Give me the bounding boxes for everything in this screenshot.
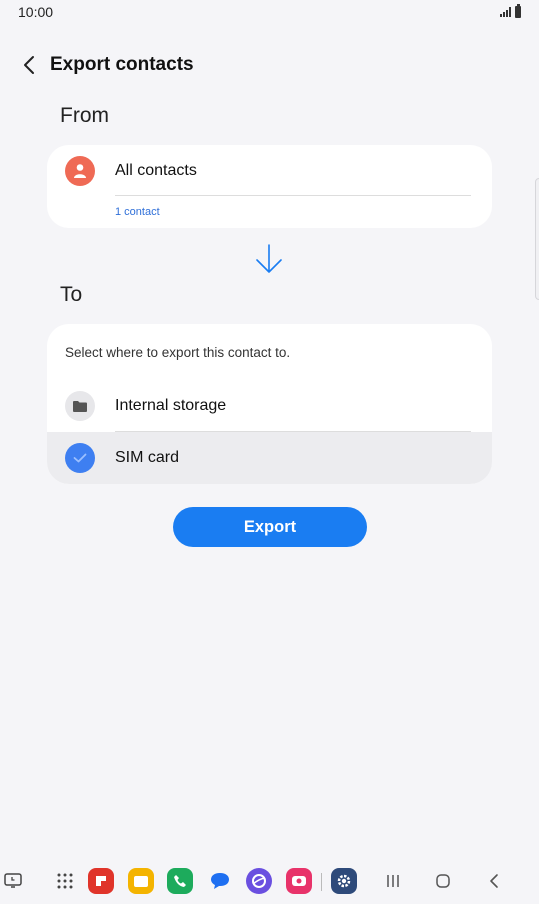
- chevron-left-icon: [24, 56, 34, 74]
- contact-count: 1 contact: [115, 206, 160, 218]
- to-hint: Select where to export this contact to.: [65, 345, 291, 360]
- battery-icon: [515, 4, 521, 18]
- person-icon: [65, 156, 95, 186]
- option-label: Internal storage: [115, 397, 227, 414]
- taskbar: [0, 862, 539, 904]
- source-label: All contacts: [115, 162, 197, 179]
- header: Export contacts: [14, 50, 194, 80]
- check-icon: [65, 443, 95, 473]
- files-app-icon[interactable]: [128, 868, 154, 894]
- internet-app-icon[interactable]: [246, 868, 272, 894]
- divider: [115, 195, 471, 196]
- option-internal-storage[interactable]: Internal storage: [47, 380, 492, 432]
- option-sim-card[interactable]: SIM card: [47, 432, 492, 484]
- status-time: 10:00: [18, 4, 54, 20]
- export-button[interactable]: Export: [173, 507, 367, 547]
- to-card: Select where to export this contact to. …: [47, 324, 492, 484]
- flipboard-app-icon[interactable]: [88, 868, 114, 894]
- from-section-label: From: [60, 104, 109, 127]
- to-section-label: To: [60, 283, 83, 306]
- phone-app-icon[interactable]: [167, 868, 193, 894]
- status-bar: 10:00: [0, 0, 539, 24]
- screen-recorder-app-icon[interactable]: [286, 868, 312, 894]
- settings-app-icon[interactable]: [331, 868, 357, 894]
- source-row[interactable]: All contacts: [65, 155, 197, 187]
- status-icons: [500, 4, 521, 18]
- app-grid-icon[interactable]: [52, 868, 78, 894]
- from-card[interactable]: All contacts 1 contact: [47, 145, 492, 228]
- home-nav-icon[interactable]: [430, 868, 456, 894]
- recents-nav-icon[interactable]: [380, 868, 406, 894]
- back-button[interactable]: [14, 50, 44, 80]
- page-title: Export contacts: [50, 54, 194, 75]
- taskbar-divider: [321, 873, 322, 891]
- edge-panel-handle[interactable]: [535, 178, 539, 300]
- recent-apps-icon[interactable]: [0, 868, 26, 894]
- option-label: SIM card: [115, 449, 180, 466]
- back-nav-icon[interactable]: [481, 868, 507, 894]
- messages-app-icon[interactable]: [207, 868, 233, 894]
- arrow-down-icon: [255, 243, 283, 280]
- folder-icon: [65, 391, 95, 421]
- signal-icon: [500, 7, 511, 17]
